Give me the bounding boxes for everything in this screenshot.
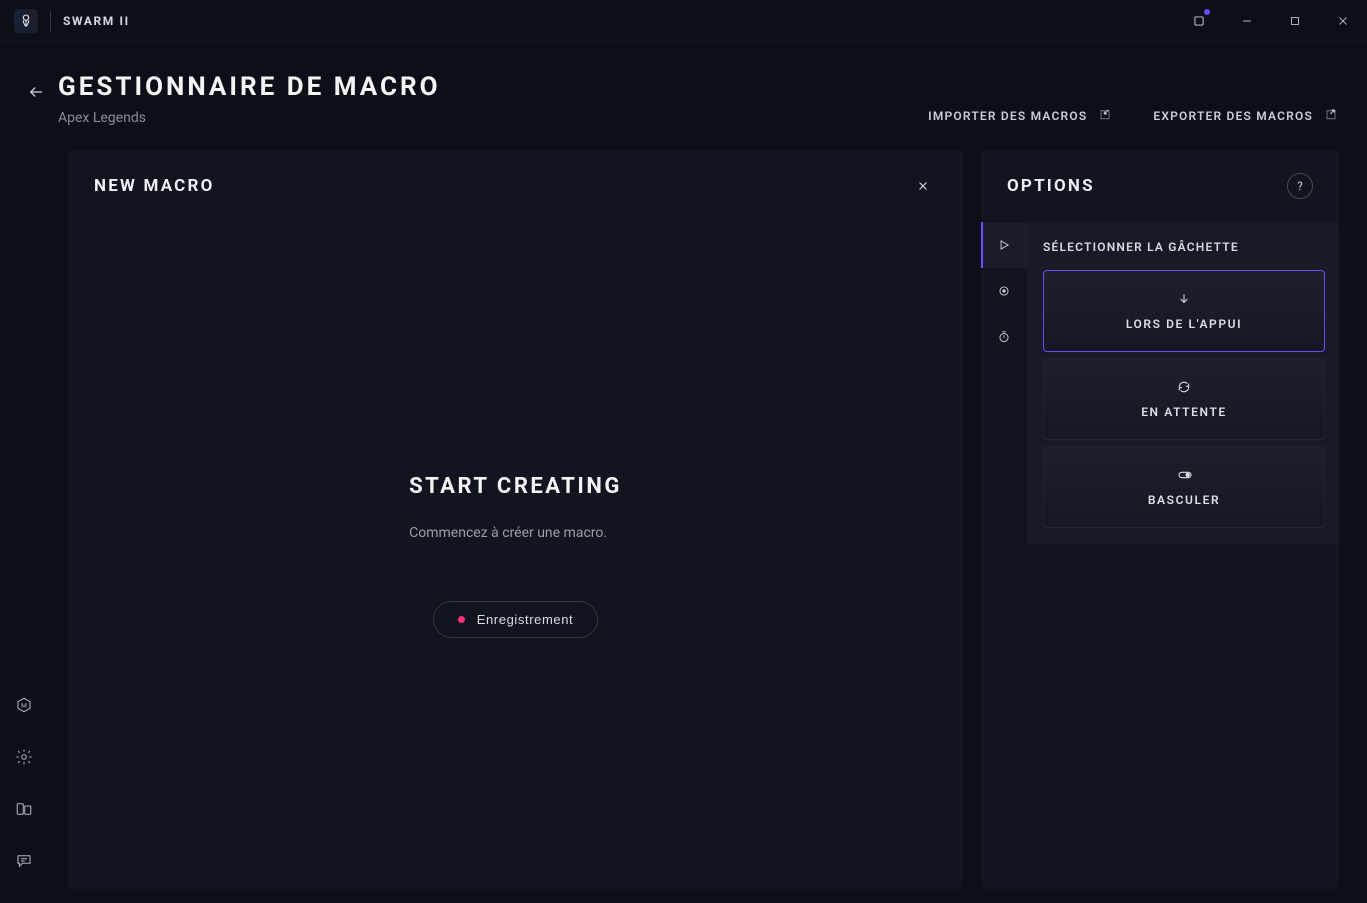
options-content: SÉLECTIONNER LA GÂCHETTE LORS DE L'APPUI <box>1027 222 1339 544</box>
nav-feedback-icon[interactable] <box>12 849 36 873</box>
trigger-label: BASCULER <box>1148 493 1220 507</box>
import-label: IMPORTER DES MACROS <box>928 109 1087 123</box>
refresh-icon <box>1176 379 1192 395</box>
macro-editor-header: NEW MACRO <box>68 150 963 222</box>
maximize-button[interactable] <box>1275 7 1315 35</box>
empty-state: START CREATING Commencez à créer une mac… <box>409 474 622 718</box>
nav-devices-icon[interactable] <box>12 797 36 821</box>
record-button[interactable]: Enregistrement <box>433 601 599 638</box>
arrow-down-icon <box>1176 291 1192 307</box>
options-header: OPTIONS ? <box>981 150 1339 222</box>
help-label: ? <box>1297 179 1303 193</box>
brand-separator <box>50 11 51 31</box>
options-side-tabs <box>981 222 1027 544</box>
tab-record[interactable] <box>981 268 1027 314</box>
page-title: GESTIONNAIRE DE MACRO <box>58 72 441 102</box>
app-logo-icon <box>14 9 38 33</box>
update-button[interactable] <box>1179 7 1219 35</box>
minimize-button[interactable] <box>1227 7 1267 35</box>
options-panel: OPTIONS ? <box>981 150 1339 889</box>
close-editor-button[interactable] <box>909 172 937 200</box>
export-label: EXPORTER DES MACROS <box>1153 109 1313 123</box>
left-rail: M <box>0 42 48 903</box>
trigger-list: LORS DE L'APPUI EN ATTENTE <box>1043 270 1325 528</box>
empty-title: START CREATING <box>409 474 622 499</box>
empty-subtitle: Commencez à créer une macro. <box>409 525 607 541</box>
play-icon <box>997 238 1011 252</box>
import-icon <box>1097 108 1113 124</box>
window-controls <box>1179 7 1363 35</box>
update-indicator-icon <box>1204 9 1210 15</box>
options-section-title: SÉLECTIONNER LA GÂCHETTE <box>1043 240 1325 254</box>
macro-editor-panel: NEW MACRO START CREATING Commencez à cré… <box>68 150 963 889</box>
record-dot-icon <box>458 616 465 623</box>
trigger-on-hold[interactable]: EN ATTENTE <box>1043 358 1325 440</box>
nav-macros-icon[interactable]: M <box>12 693 36 717</box>
page-subtitle: Apex Legends <box>58 110 441 126</box>
trigger-label: EN ATTENTE <box>1141 405 1227 419</box>
product-name: SWARM II <box>63 14 130 28</box>
toggle-icon <box>1176 467 1192 483</box>
titlebar: SWARM II <box>0 0 1367 42</box>
panels: NEW MACRO START CREATING Commencez à cré… <box>68 150 1339 889</box>
trigger-toggle[interactable]: BASCULER <box>1043 446 1325 528</box>
tab-timer[interactable] <box>981 314 1027 360</box>
brand: SWARM II <box>14 9 130 33</box>
target-icon <box>997 284 1011 298</box>
options-title: OPTIONS <box>1007 176 1095 196</box>
back-button[interactable] <box>24 80 48 104</box>
content: GESTIONNAIRE DE MACRO Apex Legends IMPOR… <box>48 42 1367 903</box>
page-header: GESTIONNAIRE DE MACRO Apex Legends IMPOR… <box>68 72 1339 126</box>
macro-editor-title: NEW MACRO <box>94 176 215 196</box>
tab-trigger[interactable] <box>981 222 1027 268</box>
svg-text:M: M <box>21 701 27 709</box>
import-macros-button[interactable]: IMPORTER DES MACROS <box>928 108 1113 124</box>
export-icon <box>1323 108 1339 124</box>
trigger-label: LORS DE L'APPUI <box>1126 317 1242 331</box>
export-macros-button[interactable]: EXPORTER DES MACROS <box>1153 108 1339 124</box>
trigger-on-press[interactable]: LORS DE L'APPUI <box>1043 270 1325 352</box>
stopwatch-icon <box>997 330 1011 344</box>
record-label: Enregistrement <box>477 612 574 627</box>
close-window-button[interactable] <box>1323 7 1363 35</box>
help-button[interactable]: ? <box>1287 173 1313 199</box>
nav-settings-icon[interactable] <box>12 745 36 769</box>
